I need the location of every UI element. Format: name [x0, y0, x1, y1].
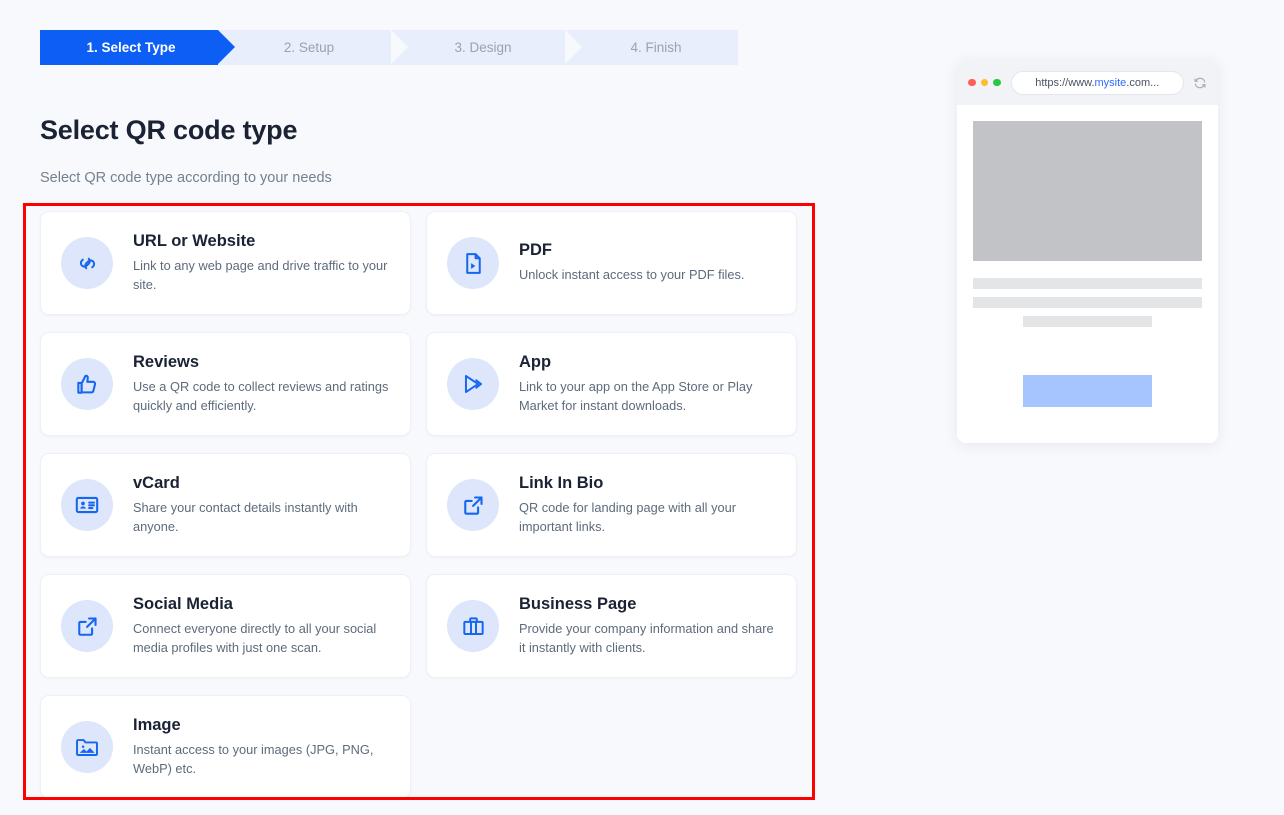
- url-prefix: https://www.: [1035, 76, 1095, 89]
- card-text: Reviews Use a QR code to collect reviews…: [133, 353, 392, 414]
- browser-chrome-bar: https://www. mysite .com...: [957, 60, 1218, 105]
- qr-type-card-social-media[interactable]: Social Media Connect everyone directly t…: [40, 574, 411, 678]
- step-label: 2. Setup: [283, 40, 335, 55]
- qr-type-card-image[interactable]: Image Instant access to your images (JPG…: [40, 695, 411, 799]
- hero-image-placeholder: [973, 121, 1202, 261]
- qr-type-card-pdf[interactable]: PDF Unlock instant access to your PDF fi…: [426, 211, 797, 315]
- qr-type-card-vcard[interactable]: vCard Share your contact details instant…: [40, 453, 411, 557]
- minimize-dot-icon: [980, 78, 988, 87]
- text-skeleton-line: [1023, 316, 1152, 327]
- card-description: Provide your company information and sha…: [519, 621, 774, 655]
- step-2-setup[interactable]: 2. Setup: [217, 30, 409, 65]
- card-title: URL or Website: [133, 232, 256, 251]
- page-title: Select QR code type: [40, 115, 298, 145]
- card-description: Link to your app on the App Store or Pla…: [519, 379, 753, 413]
- card-description: Connect everyone directly to all your so…: [133, 621, 377, 655]
- card-description: Instant access to your images (JPG, PNG,…: [133, 742, 374, 776]
- card-description: Use a QR code to collect reviews and rat…: [133, 379, 389, 413]
- step-1-select-type[interactable]: 1. Select Type: [40, 30, 235, 65]
- qr-type-card-link-in-bio[interactable]: Link In Bio QR code for landing page wit…: [426, 453, 797, 557]
- contact-card-icon: [61, 479, 113, 531]
- card-title: vCard: [133, 474, 180, 493]
- cta-button-placeholder[interactable]: [1023, 375, 1152, 407]
- card-title: PDF: [519, 241, 552, 260]
- step-label: 4. Finish: [630, 40, 682, 55]
- image-folder-icon: [61, 721, 113, 773]
- step-label: 1. Select Type: [86, 40, 176, 55]
- card-text: Social Media Connect everyone directly t…: [133, 595, 392, 656]
- card-title: Social Media: [133, 595, 233, 614]
- card-text: Link In Bio QR code for landing page wit…: [519, 474, 778, 535]
- close-dot-icon: [968, 78, 976, 87]
- card-text: Business Page Provide your company infor…: [519, 595, 778, 656]
- browser-preview-content: [957, 105, 1218, 443]
- card-text: vCard Share your contact details instant…: [133, 474, 392, 535]
- card-title: Image: [133, 716, 181, 735]
- url-host: mysite: [1094, 76, 1127, 89]
- card-title: Reviews: [133, 353, 200, 372]
- card-text: URL or Website Link to any web page and …: [133, 232, 392, 293]
- qr-type-card-reviews[interactable]: Reviews Use a QR code to collect reviews…: [40, 332, 411, 436]
- traffic-light-dots: [968, 78, 1001, 87]
- card-description: Link to any web page and drive traffic t…: [133, 258, 388, 292]
- pdf-file-icon: [447, 237, 499, 289]
- step-label: 3. Design: [454, 40, 512, 55]
- qr-type-card-app[interactable]: App Link to your app on the App Store or…: [426, 332, 797, 436]
- card-title: Link In Bio: [519, 474, 604, 493]
- maximize-dot-icon: [993, 78, 1001, 87]
- card-description: QR code for landing page with all your i…: [519, 500, 736, 534]
- card-description: Share your contact details instantly wit…: [133, 500, 358, 534]
- text-skeleton-line: [973, 297, 1202, 308]
- text-skeleton-line: [973, 278, 1202, 289]
- external-link-icon: [447, 479, 499, 531]
- qr-type-card-business-page[interactable]: Business Page Provide your company infor…: [426, 574, 797, 678]
- browser-preview-mockup: https://www. mysite .com...: [957, 60, 1218, 443]
- url-suffix: .com...: [1126, 76, 1160, 89]
- card-text: App Link to your app on the App Store or…: [519, 353, 778, 414]
- refresh-icon[interactable]: [1193, 76, 1207, 90]
- card-description: Unlock instant access to your PDF files.: [519, 267, 745, 283]
- qr-type-card-url-or-website[interactable]: URL or Website Link to any web page and …: [40, 211, 411, 315]
- qr-type-grid: URL or Website Link to any web page and …: [40, 211, 798, 799]
- card-title: App: [519, 353, 552, 372]
- external-link-icon: [61, 600, 113, 652]
- card-text: PDF Unlock instant access to your PDF fi…: [519, 241, 778, 284]
- step-3-design[interactable]: 3. Design: [391, 30, 583, 65]
- thumbs-up-icon: [61, 358, 113, 410]
- card-title: Business Page: [519, 595, 637, 614]
- wizard-stepper: 1. Select Type 2. Setup 3. Design 4. Fin…: [40, 30, 738, 65]
- page-subtitle: Select QR code type according to your ne…: [40, 170, 332, 186]
- briefcase-icon: [447, 600, 499, 652]
- play-store-icon: [447, 358, 499, 410]
- url-address-bar[interactable]: https://www. mysite .com...: [1010, 70, 1184, 95]
- step-4-finish[interactable]: 4. Finish: [565, 30, 738, 65]
- card-text: Image Instant access to your images (JPG…: [133, 716, 392, 777]
- link-icon: [61, 237, 113, 289]
